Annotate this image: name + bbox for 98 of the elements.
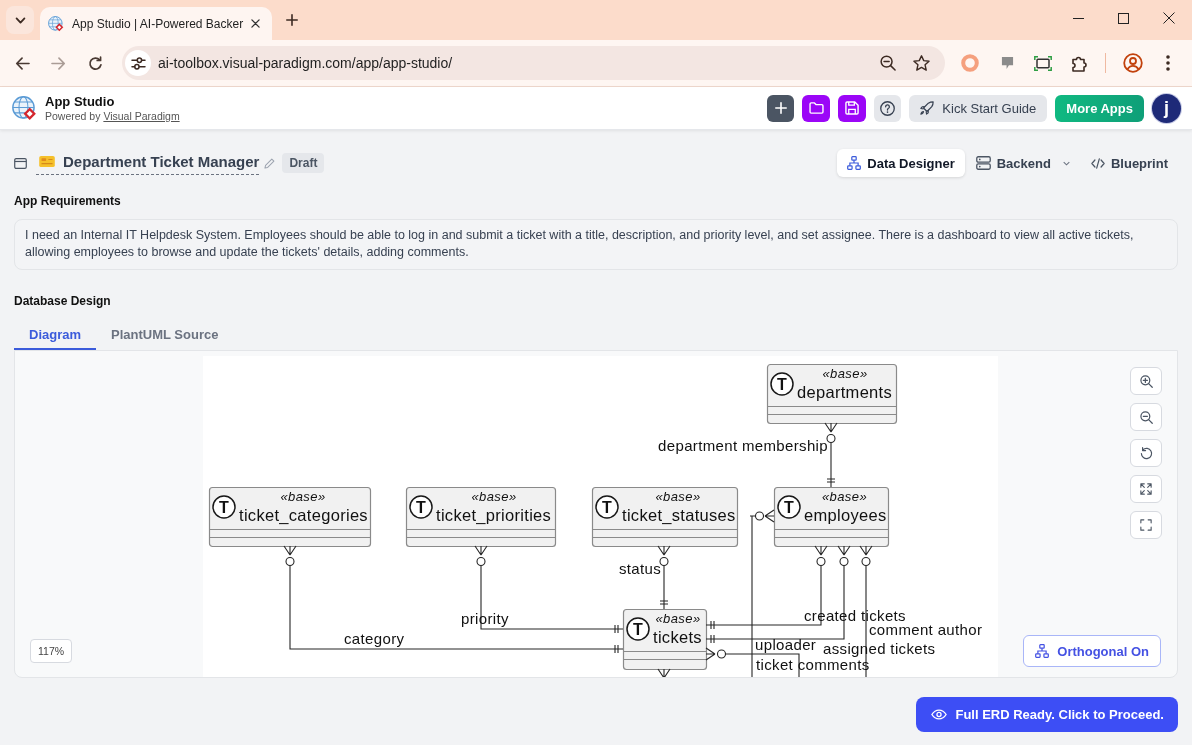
user-avatar[interactable]: j <box>1152 93 1181 123</box>
status-tag: Draft <box>282 153 325 173</box>
plus-icon <box>774 102 787 114</box>
entity-stereotype: «base» <box>470 489 517 504</box>
orthogonal-toggle-button[interactable]: Orthogonal On <box>1023 635 1161 667</box>
minimize-icon <box>1073 17 1084 19</box>
globe-logo-icon <box>48 15 64 32</box>
folder-icon <box>808 102 824 114</box>
pencil-icon <box>264 157 276 169</box>
entity-name: ticket_categories <box>238 506 368 524</box>
help-icon <box>880 100 896 116</box>
zoom-out-button[interactable] <box>1130 403 1162 431</box>
relationship-label: assigned tickets <box>822 640 935 657</box>
table-type-marker: T <box>776 495 801 519</box>
fullscreen-icon <box>1140 519 1152 531</box>
requirements-text: I need an Internal IT Helpdesk System. Employees should be able to log in and submit a ticket with a title, description, and priority level, and set assignee. There is a dashboard to view all active tickets, allowing employees to browse and update the tickets' details, adding comments. <box>14 219 1178 270</box>
entity-stereotype: «base» <box>821 489 867 504</box>
address-bar[interactable]: ai-toolbox.visual-paradigm.com/app/app-studio/ <box>122 46 945 80</box>
view-tab[interactable]: Blueprint <box>1080 149 1178 177</box>
relationship-label: comment author <box>868 621 982 638</box>
screen-capture-icon <box>1034 55 1052 71</box>
relationship-label: ticket comments <box>755 656 870 673</box>
visual-paradigm-link[interactable]: Visual Paradigm <box>103 109 180 122</box>
code-icon <box>1090 157 1105 169</box>
view-tab[interactable]: Data Designer <box>837 149 965 177</box>
forward-arrow-icon <box>50 56 66 70</box>
open-button[interactable] <box>802 94 831 122</box>
site-info-button[interactable] <box>125 50 151 76</box>
entity-stereotype: «base» <box>654 489 701 504</box>
browser-tab[interactable]: App Studio | AI-Powered Backer <box>40 7 272 40</box>
new-app-button[interactable] <box>767 94 795 122</box>
entity-name: tickets <box>652 628 702 646</box>
star-icon <box>912 55 930 71</box>
ticket-icon <box>39 156 55 167</box>
powered-by-text: Powered by Visual Paradigm <box>45 109 180 123</box>
zoom-in-button[interactable] <box>1130 367 1162 395</box>
entity-stereotype: «base» <box>654 611 701 626</box>
zoom-out-icon <box>1139 410 1153 424</box>
relationship-label: uploader <box>754 636 816 653</box>
save-icon <box>845 101 860 115</box>
speech-bubble-icon <box>1000 56 1014 70</box>
entity-name: ticket_priorities <box>435 506 551 524</box>
close-icon <box>250 19 260 28</box>
section-heading: App Requirements <box>14 194 122 208</box>
table-type-marker: T <box>769 372 794 396</box>
relationship-label: created tickets <box>803 607 906 624</box>
maximize-icon <box>1118 12 1129 24</box>
hierarchy-icon <box>1035 644 1050 658</box>
relationship-line <box>656 668 671 677</box>
hierarchy-icon <box>847 156 862 170</box>
reset-view-button[interactable] <box>1130 439 1162 467</box>
relationship-label: status <box>618 560 661 577</box>
person-icon <box>1123 53 1143 73</box>
fit-to-screen-button[interactable] <box>1130 475 1162 503</box>
zoom-in-icon <box>1139 374 1153 388</box>
zoom-out-icon <box>880 55 896 71</box>
puzzle-icon <box>1071 54 1087 72</box>
reload-icon <box>87 55 103 71</box>
ring-icon <box>961 54 979 72</box>
entity-stereotype: «base» <box>821 366 868 381</box>
url-text: ai-toolbox.visual-paradigm.com/app/app-studio/ <box>158 55 454 71</box>
server-icon <box>975 156 991 170</box>
relationship-label: category <box>343 630 404 647</box>
eye-icon <box>931 709 948 720</box>
app-title: App Studio <box>45 93 116 109</box>
project-title[interactable]: Department Ticket Manager <box>63 152 260 171</box>
relationship-label: priority <box>460 610 509 627</box>
help-button[interactable] <box>874 94 902 122</box>
tab-list-button[interactable] <box>6 6 34 34</box>
more-icon <box>1166 55 1170 71</box>
back-arrow-icon <box>14 56 30 70</box>
rocket-icon <box>920 101 935 115</box>
section-heading: Database Design <box>14 294 112 308</box>
fullscreen-button[interactable] <box>1130 511 1162 539</box>
entity-name: employees <box>803 506 886 524</box>
table-type-marker: T <box>625 617 650 641</box>
view-tab[interactable]: Backend <box>965 149 1080 177</box>
window-icon <box>14 157 27 169</box>
kick-start-guide-button[interactable]: Kick Start Guide <box>909 94 1048 122</box>
save-button[interactable] <box>838 94 867 122</box>
entity-name: departments <box>796 383 892 401</box>
plus-icon <box>286 14 298 26</box>
table-type-marker: T <box>594 495 619 519</box>
close-icon <box>1162 12 1175 24</box>
rotate-left-icon <box>1139 446 1153 460</box>
entity-stereotype: «base» <box>279 489 326 504</box>
proceed-button[interactable]: Full ERD Ready. Click to Proceed. <box>916 697 1178 732</box>
zoom-level: 117% <box>30 639 73 663</box>
diagram-tab[interactable]: PlantUML Source <box>96 321 234 350</box>
tune-icon <box>130 56 146 70</box>
table-type-marker: T <box>408 495 433 519</box>
table-type-marker: T <box>211 495 236 519</box>
chevron-down-icon <box>14 16 26 24</box>
entity-name: ticket_statuses <box>621 506 736 524</box>
relationship-label: department membership <box>657 437 828 454</box>
caret-icon <box>1062 160 1070 166</box>
expand-arrows-icon <box>1140 483 1152 495</box>
globe-logo-icon <box>12 95 37 121</box>
